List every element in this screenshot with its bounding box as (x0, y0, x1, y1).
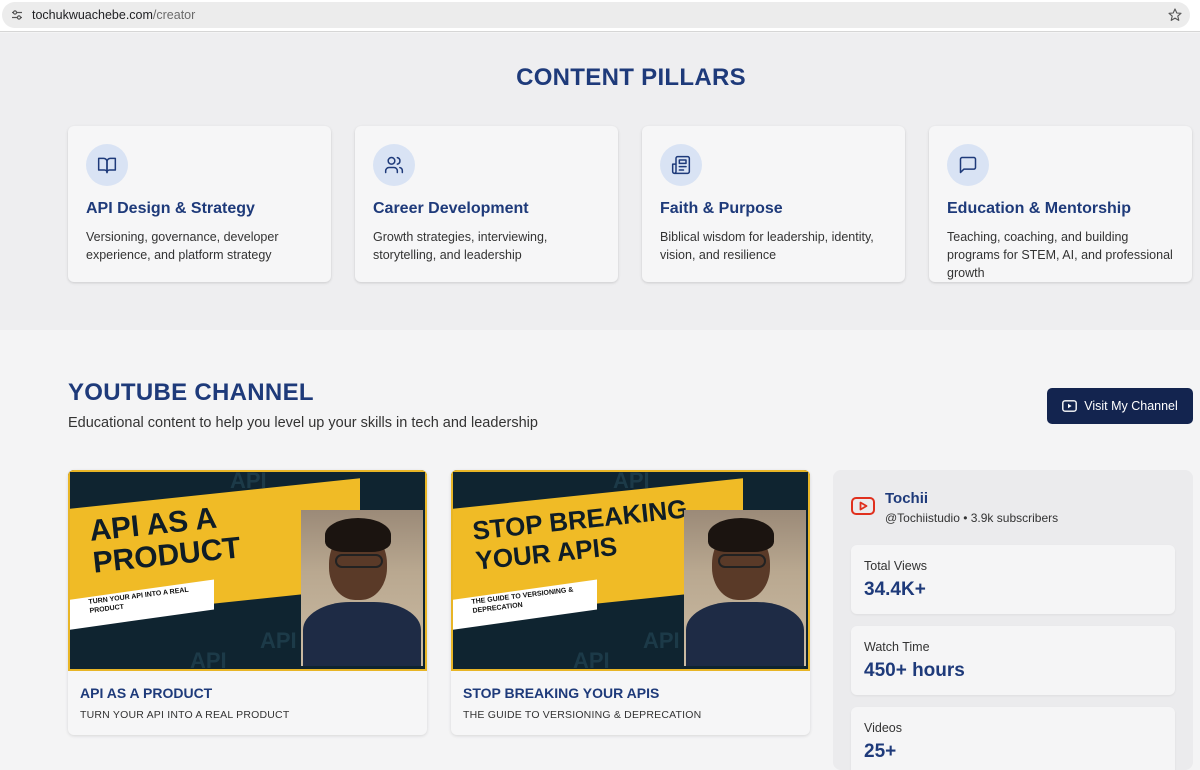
url-text[interactable]: tochukwuachebe.com/creator (32, 8, 195, 22)
book-open-icon (86, 144, 128, 186)
pillars-title: CONTENT PILLARS (516, 64, 746, 91)
newspaper-icon (660, 144, 702, 186)
photo-hair (708, 518, 774, 552)
channel-stats-panel: Tochii @Tochiistudio • 3.9k subscribers … (833, 470, 1193, 770)
youtube-section: YOUTUBE CHANNEL Educational content to h… (0, 330, 1200, 770)
url-path: /creator (152, 8, 196, 22)
stat-label: Videos (864, 721, 902, 735)
bookmark-star-icon[interactable] (1168, 8, 1182, 22)
channel-meta: @Tochiistudio • 3.9k subscribers (885, 511, 1059, 525)
video-thumbnail[interactable]: API API API API AS A PRODUCT TURN YOUR A… (68, 470, 427, 671)
pillar-description: Versioning, governance, developer experi… (86, 230, 279, 262)
video-subtitle: THE GUIDE TO VERSIONING & DEPRECATION (463, 709, 702, 721)
pillar-card-education: Education & Mentorship Teaching, coachin… (929, 126, 1192, 282)
photo-body (303, 602, 421, 666)
youtube-play-icon (1062, 400, 1078, 412)
pillar-description: Teaching, coaching, and building program… (947, 230, 1173, 280)
pillar-card-career: Career Development Growth strategies, in… (355, 126, 618, 282)
stat-value: 450+ hours (864, 660, 965, 681)
photo-body (686, 602, 804, 666)
browser-bar: tochukwuachebe.com/creator (0, 0, 1200, 32)
youtube-title: YOUTUBE CHANNEL (68, 379, 314, 406)
youtube-subtitle: Educational content to help you level up… (68, 415, 538, 431)
pillar-card-faith: Faith & Purpose Biblical wisdom for lead… (642, 126, 905, 282)
stat-videos: Videos 25+ (851, 707, 1175, 770)
pillar-title: Faith & Purpose (660, 200, 783, 217)
content-pillars-section: CONTENT PILLARS API Design & Strategy Ve… (0, 33, 1200, 330)
stat-value: 34.4K+ (864, 579, 926, 600)
pillar-card-api-design: API Design & Strategy Versioning, govern… (68, 126, 331, 282)
video-thumbnail[interactable]: API API API STOP BREAKING YOUR APIS THE … (451, 470, 810, 671)
channel-name[interactable]: Tochii (885, 490, 928, 507)
address-bar[interactable]: tochukwuachebe.com/creator (2, 2, 1190, 28)
stat-total-views: Total Views 34.4K+ (851, 545, 1175, 614)
youtube-logo-icon (851, 497, 875, 515)
url-domain: tochukwuachebe.com (32, 8, 153, 22)
thumb-watermark: API (190, 648, 227, 671)
thumb-watermark: API (643, 628, 680, 653)
video-title[interactable]: API AS A PRODUCT (80, 685, 212, 701)
stat-value: 25+ (864, 741, 897, 762)
pillar-title: Education & Mentorship (947, 200, 1131, 217)
thumb-watermark: API (573, 648, 610, 671)
pillar-description: Biblical wisdom for leadership, identity… (660, 230, 874, 262)
video-card[interactable]: API API API STOP BREAKING YOUR APIS THE … (451, 470, 810, 735)
video-title[interactable]: STOP BREAKING YOUR APIS (463, 685, 659, 701)
video-card[interactable]: API API API API AS A PRODUCT TURN YOUR A… (68, 470, 427, 735)
stat-label: Total Views (864, 559, 927, 573)
presenter-photo (301, 510, 423, 666)
thumb-watermark: API (260, 628, 297, 653)
photo-glasses (718, 554, 766, 568)
message-square-icon (947, 144, 989, 186)
visit-channel-button[interactable]: Visit My Channel (1047, 388, 1193, 424)
pillar-description: Growth strategies, interviewing, storyte… (373, 230, 548, 262)
photo-hair (325, 518, 391, 552)
users-icon (373, 144, 415, 186)
stat-label: Watch Time (864, 640, 930, 654)
presenter-photo (684, 510, 806, 666)
visit-channel-label: Visit My Channel (1084, 399, 1178, 413)
photo-glasses (335, 554, 383, 568)
site-settings-icon[interactable] (11, 9, 23, 21)
video-subtitle: TURN YOUR API INTO A REAL PRODUCT (80, 709, 290, 721)
pillar-title: API Design & Strategy (86, 200, 255, 217)
stat-watch-time: Watch Time 450+ hours (851, 626, 1175, 695)
pillar-title: Career Development (373, 200, 529, 217)
